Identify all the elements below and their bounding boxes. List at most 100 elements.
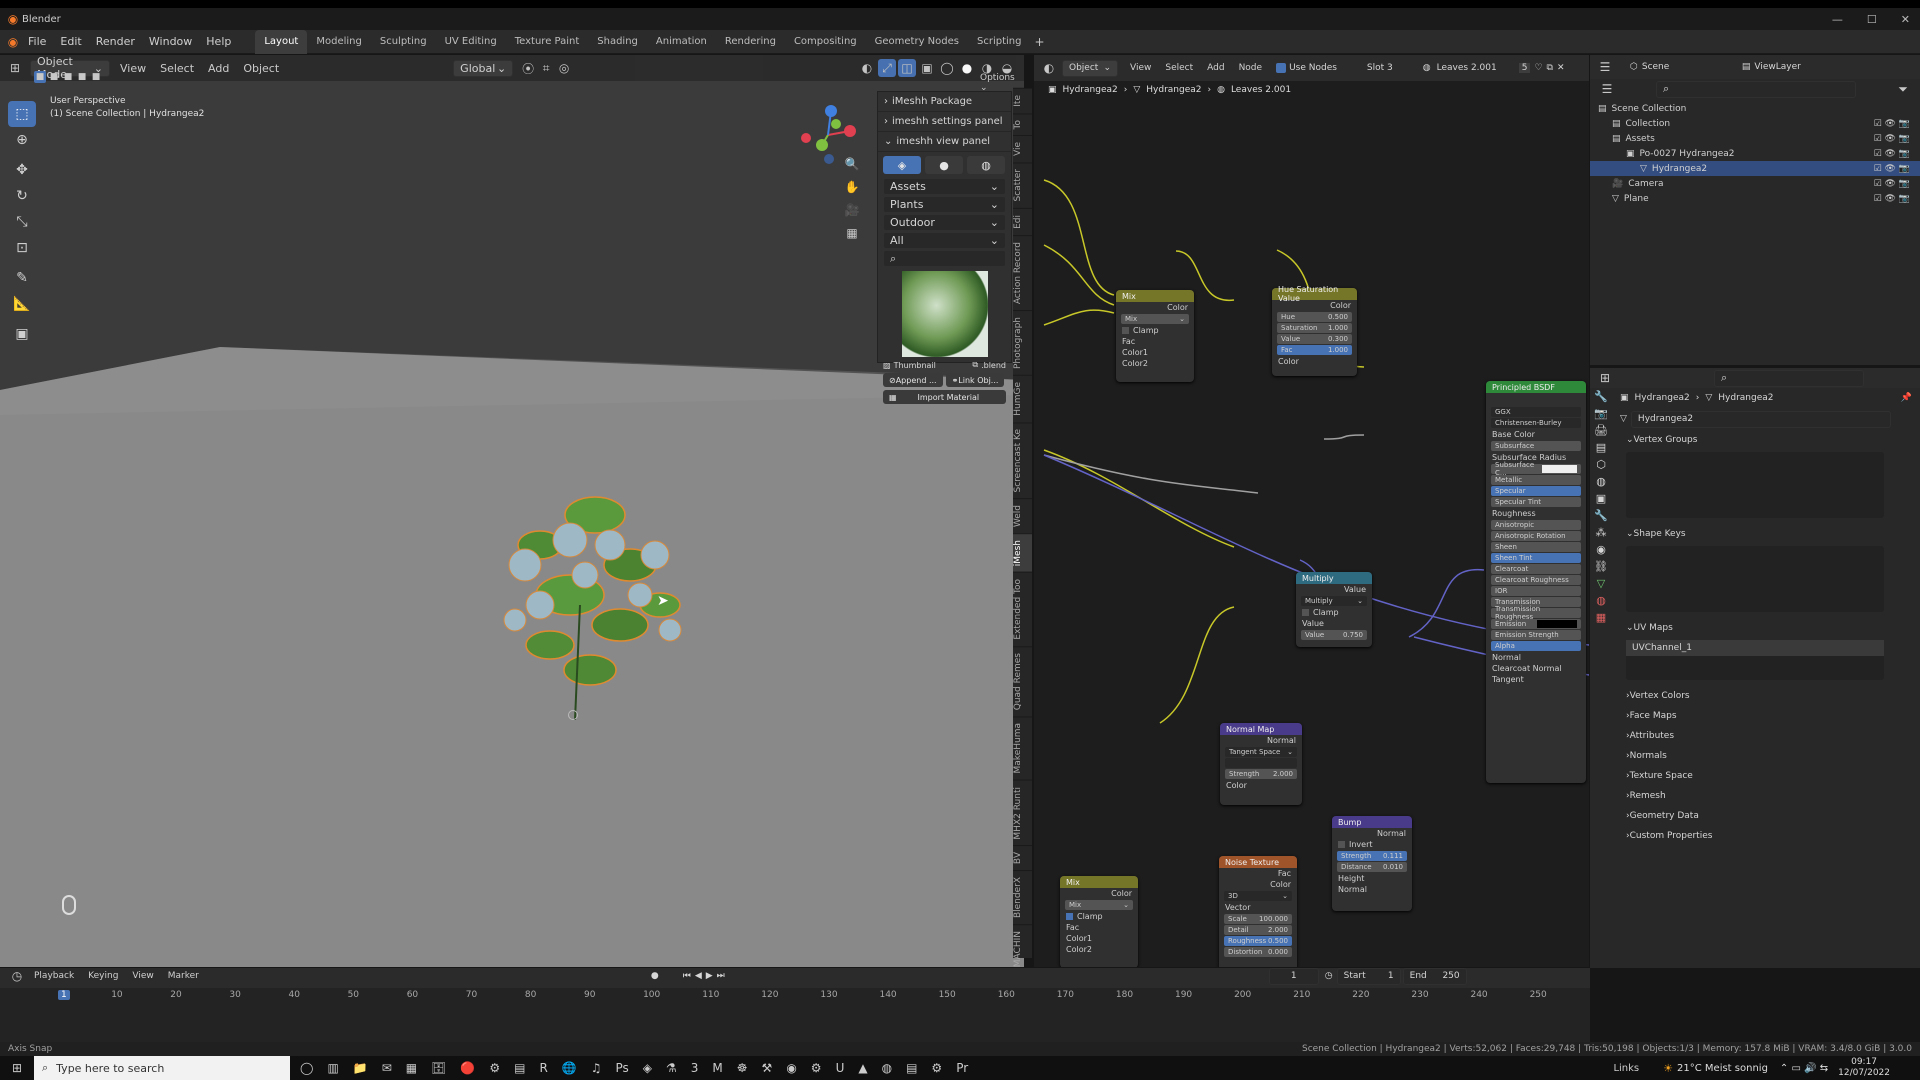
taskbar-app-icon[interactable]: 🌐 [562, 1061, 577, 1075]
proportional-edit-icon[interactable]: ◎ [555, 59, 573, 77]
panel-list-uv-maps[interactable]: UVChannel_1 [1626, 640, 1884, 680]
mesh-name-field[interactable]: Hydrangea2 [1630, 410, 1891, 428]
3d-viewport[interactable]: ⊞ Object Mode ⌄ View Select Add Object Globa… [0, 55, 1024, 967]
timeline-menu-view[interactable]: View [132, 971, 153, 981]
filter-select[interactable]: All ⌄ [883, 232, 1006, 249]
mix-node[interactable]: Mix Color Mix ⌄ Clamp Fac Color1 Color2 [1116, 290, 1194, 382]
sidebar-tab-extended-too[interactable]: Extended Too [1013, 572, 1032, 646]
bsdf-input-alpha[interactable]: Alpha [1491, 641, 1581, 651]
panel-remesh[interactable]: › Remesh [1590, 786, 1920, 806]
bsdf-input-base-color[interactable]: Base Color [1486, 429, 1586, 440]
outliner-row-assets[interactable]: ▤ Assets ☑ 👁 📷 [1590, 131, 1920, 146]
normal-map-node[interactable]: Normal Map Normal Tangent Space ⌄ Strengt… [1220, 723, 1302, 805]
taskbar-app-icon[interactable]: 3 [691, 1061, 699, 1075]
sidebar-tab-action-record[interactable]: Action Record [1013, 234, 1032, 310]
taskbar-app-icon[interactable]: 🔴 [460, 1061, 475, 1075]
xray-icon[interactable]: ▣ [918, 59, 936, 77]
properties-search-input[interactable]: ⌕ [1714, 369, 1864, 387]
noise-texture-node[interactable]: Noise Texture Fac Color 3D ⌄ Vector Scale… [1219, 856, 1297, 967]
end-frame-field[interactable]: End 250 [1402, 967, 1467, 985]
color-swatch[interactable] [1541, 465, 1577, 473]
visibility-toggles[interactable]: ☑ 👁 📷 [1874, 179, 1910, 189]
scene-tab-icon[interactable]: ⬡ [1596, 458, 1606, 471]
bsdf-input-roughness[interactable]: Roughness [1486, 508, 1586, 519]
taskbar-app-icon[interactable]: ◯ [300, 1061, 313, 1075]
taskbar-app-icon[interactable]: ⚒ [762, 1061, 773, 1075]
editor-type-icon[interactable]: ⊞ [6, 59, 24, 77]
outliner-search-input[interactable]: ⌕ [1656, 80, 1856, 98]
add-cube-tool-icon[interactable]: ▣ [8, 321, 36, 347]
panel-texture-space[interactable]: › Texture Space [1590, 766, 1920, 786]
sidebar-tab-bv[interactable]: BV [1013, 845, 1032, 871]
visibility-toggles[interactable]: ☑ 👁 📷 [1874, 149, 1910, 159]
color-swatch[interactable] [1537, 620, 1577, 628]
bsdf-input-specular-tint[interactable]: Specular Tint [1491, 497, 1581, 507]
timeline-menu-marker[interactable]: Marker [168, 971, 199, 981]
zoom-icon[interactable]: 🔍 [843, 155, 861, 173]
wireframe-shading-icon[interactable]: ◯ [938, 59, 956, 77]
panel-attributes[interactable]: › Attributes [1590, 726, 1920, 746]
taskbar-app-icon[interactable]: 🗄 [431, 1061, 446, 1075]
hydrangea-model[interactable] [480, 455, 710, 735]
add-workspace-icon[interactable]: + [1030, 33, 1048, 51]
blend-mode-select[interactable]: Mix ⌄ [1121, 314, 1189, 324]
workspace-tab-rendering[interactable]: Rendering [716, 30, 785, 54]
bsdf-input-subsurface-c-[interactable]: Subsurface C... [1491, 461, 1581, 477]
taskbar-app-icon[interactable]: ▥ [327, 1061, 338, 1075]
sidebar-tab-machin[interactable]: MACHIN [1013, 924, 1032, 974]
sidebar-tab-photograph[interactable]: Photograph [1013, 309, 1032, 375]
scale-tool-icon[interactable]: ⤡ [8, 209, 36, 235]
pan-hand-icon[interactable]: ✋ [843, 178, 861, 196]
import-material-button[interactable]: ▦ Import Material [883, 390, 1006, 404]
cursor-tool-icon[interactable]: ⊕ [8, 127, 36, 153]
select-intersect-icon[interactable]: ■ [90, 71, 102, 83]
viewport-menu-object[interactable]: Object [243, 62, 279, 75]
taskbar-app-icon[interactable]: ◍ [882, 1061, 892, 1075]
object-tab-icon[interactable]: ▣ [1596, 492, 1606, 505]
playback-controls[interactable]: ⏮◀▶⏭ [683, 971, 729, 981]
select-extend-icon[interactable]: ■ [48, 71, 60, 83]
sidebar-tab-vie[interactable]: Vie [1013, 135, 1032, 163]
workspace-tab-animation[interactable]: Animation [647, 30, 716, 54]
blender-menu-icon[interactable]: ◉ [4, 33, 22, 51]
data-tab-icon[interactable]: ▽ [1597, 577, 1605, 590]
outliner-row-po-0027-hydrangea2[interactable]: ▣ Po-0027 Hydrangea2 ☑ 👁 📷 [1590, 146, 1920, 161]
section-imeshh-package[interactable]: › iMeshh Package [878, 92, 1011, 112]
solid-shading-icon[interactable]: ● [958, 59, 976, 77]
panel-vertex-groups[interactable]: ⌄ Vertex Groups [1590, 430, 1920, 450]
outliner-row-scene-collection[interactable]: ▤ Scene Collection [1590, 101, 1920, 116]
taskbar-app-icon[interactable]: ▤ [906, 1061, 917, 1075]
pin-icon[interactable]: 📌 [1901, 393, 1912, 403]
sidebar-tab-weld[interactable]: Weld [1013, 498, 1032, 534]
particles-tab-icon[interactable]: ⁂ [1596, 526, 1607, 539]
visibility-toggles[interactable]: ☑ 👁 📷 [1874, 134, 1910, 144]
shader-node-editor[interactable]: ◐ Object ⌄ View Select Add Node Use Nodes Sl… [1034, 55, 1589, 967]
transform-tool-icon[interactable]: ⊡ [8, 235, 36, 261]
links-label[interactable]: Links [1613, 1063, 1639, 1074]
taskbar-app-icon[interactable]: ☸ [737, 1061, 748, 1075]
clock-time[interactable]: 09:17 [1838, 1057, 1890, 1068]
bsdf-input-anisotropic[interactable]: Anisotropic [1491, 520, 1581, 530]
menu-help[interactable]: Help [206, 35, 231, 48]
select-set-icon[interactable]: ■ [34, 71, 46, 83]
snap-icon[interactable]: ⌗ [537, 59, 555, 77]
move-tool-icon[interactable]: ✥ [8, 157, 36, 183]
view-layer-name[interactable]: ViewLayer [1754, 62, 1800, 72]
bsdf-input-anisotropic-rotation[interactable]: Anisotropic Rotation [1491, 531, 1581, 541]
timeline-menu-playback[interactable]: Playback [34, 971, 74, 981]
blend-mode-select[interactable]: Mix ⌄ [1065, 900, 1133, 910]
panel-vertex-colors[interactable]: › Vertex Colors [1590, 686, 1920, 706]
viewport-menu-view[interactable]: View [120, 62, 146, 75]
taskbar-app-icon[interactable]: U [836, 1061, 845, 1075]
workspace-tab-scripting[interactable]: Scripting [968, 30, 1030, 54]
sidebar-tab-screencast-ke[interactable]: Screencast Ke [1013, 421, 1032, 499]
outliner-row-plane[interactable]: ▽ Plane ☑ 👁 📷 [1590, 191, 1920, 206]
panel-uv-maps[interactable]: ⌄ UV Maps [1590, 618, 1920, 638]
material-tab-icon[interactable]: ◍ [1596, 594, 1606, 607]
output-tab-icon[interactable]: 🖨 [1594, 424, 1608, 437]
link-object-button[interactable]: ⚭ Link Obj... [945, 373, 1005, 387]
bsdf-input-ior[interactable]: IOR [1491, 586, 1581, 596]
taskbar-app-icon[interactable]: ✉ [382, 1061, 392, 1075]
bsdf-input-transmission-roughness[interactable]: Transmission Roughness [1491, 605, 1581, 621]
panel-normals[interactable]: › Normals [1590, 746, 1920, 766]
